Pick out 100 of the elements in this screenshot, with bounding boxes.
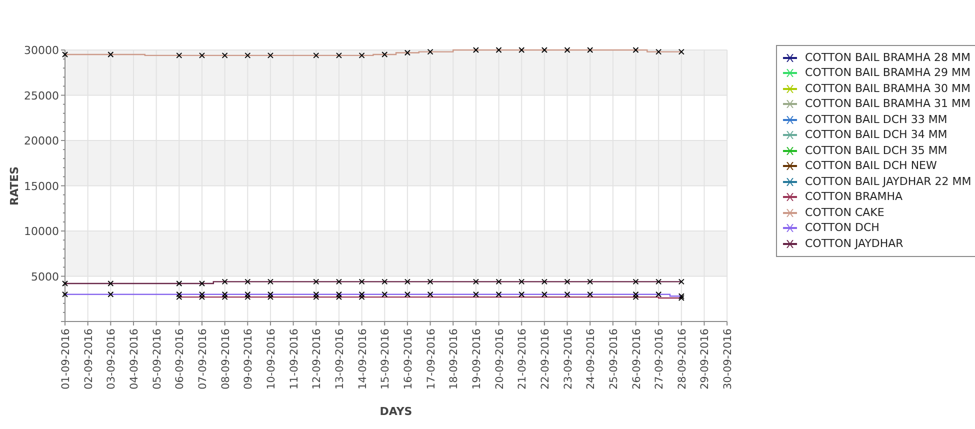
x-tick-label: 17-09-2016 bbox=[425, 328, 438, 390]
data-point bbox=[358, 52, 365, 58]
data-point bbox=[176, 52, 182, 58]
x-tick-label: 10-09-2016 bbox=[265, 328, 278, 390]
x-tick-label: 05-09-2016 bbox=[151, 328, 164, 390]
data-point bbox=[336, 278, 342, 285]
legend-label: COTTON BAIL DCH NEW bbox=[805, 158, 937, 174]
data-point bbox=[267, 52, 274, 58]
data-point bbox=[404, 278, 410, 285]
data-point bbox=[472, 291, 479, 298]
data-point bbox=[198, 52, 205, 58]
x-tick-label: 09-09-2016 bbox=[242, 328, 255, 390]
data-point bbox=[632, 47, 639, 53]
x-tick-label: 04-09-2016 bbox=[128, 328, 140, 390]
data-point bbox=[62, 280, 68, 286]
y-tick-label: 30000 bbox=[24, 44, 59, 57]
data-point bbox=[358, 278, 365, 285]
legend-label: COTTON BAIL DCH 34 MM bbox=[805, 127, 948, 143]
data-point bbox=[404, 50, 410, 56]
legend-label: COTTON BAIL DCH 33 MM bbox=[805, 112, 948, 128]
data-point bbox=[244, 278, 251, 285]
data-point bbox=[108, 291, 114, 298]
x-tick-label: 06-09-2016 bbox=[174, 328, 186, 390]
x-tick-label: 30-09-2016 bbox=[722, 328, 734, 390]
y-tick-label: 25000 bbox=[24, 89, 59, 102]
x-tick-label: 18-09-2016 bbox=[448, 328, 460, 390]
x-tick-label: 24-09-2016 bbox=[585, 328, 598, 390]
x-axis-title: DAYS bbox=[380, 405, 412, 418]
data-point bbox=[244, 52, 251, 58]
data-point bbox=[656, 291, 662, 298]
x-tick-label: 08-09-2016 bbox=[220, 328, 232, 390]
x-tick-label: 07-09-2016 bbox=[196, 328, 209, 390]
x-tick-label: 15-09-2016 bbox=[380, 328, 392, 390]
data-point bbox=[222, 278, 228, 285]
data-point bbox=[267, 278, 274, 285]
data-point bbox=[427, 48, 434, 55]
data-point bbox=[678, 48, 684, 55]
legend-label: COTTON CAKE bbox=[805, 204, 884, 220]
data-point bbox=[472, 47, 479, 53]
data-point bbox=[313, 52, 320, 58]
data-point bbox=[518, 47, 525, 53]
legend-label: COTTON DCH bbox=[805, 220, 880, 236]
x-tick-label: 26-09-2016 bbox=[630, 328, 643, 390]
x-tick-label: 19-09-2016 bbox=[470, 328, 483, 390]
data-point bbox=[496, 291, 502, 298]
x-tick-label: 02-09-2016 bbox=[82, 328, 95, 390]
x-tick-label: 13-09-2016 bbox=[334, 328, 346, 390]
data-point bbox=[564, 291, 570, 298]
data-point bbox=[382, 278, 388, 285]
data-point bbox=[678, 278, 684, 285]
legend-label: COTTON BAIL JAYDHAR 22 MM bbox=[805, 174, 972, 190]
data-point bbox=[564, 278, 570, 285]
data-point bbox=[541, 278, 548, 285]
data-point bbox=[222, 52, 228, 58]
data-point bbox=[518, 278, 525, 285]
y-tick-label: 5000 bbox=[31, 270, 59, 284]
data-point bbox=[541, 47, 548, 53]
data-point bbox=[587, 278, 594, 285]
x-tick-label: 01-09-2016 bbox=[60, 328, 72, 390]
data-point bbox=[404, 291, 410, 298]
legend-label: COTTON BAIL DCH 35 MM bbox=[805, 142, 948, 158]
data-point bbox=[541, 291, 548, 298]
data-point bbox=[518, 291, 525, 298]
data-point bbox=[62, 52, 68, 58]
data-point bbox=[336, 52, 342, 58]
data-point bbox=[382, 291, 388, 298]
data-point bbox=[198, 280, 205, 286]
x-tick-label: 11-09-2016 bbox=[288, 328, 300, 390]
y-tick-label: 10000 bbox=[24, 225, 59, 238]
legend-label: COTTON BAIL BRAMHA 28 MM bbox=[805, 50, 970, 66]
x-tick-label: 23-09-2016 bbox=[562, 328, 574, 390]
data-point bbox=[62, 291, 68, 298]
data-point bbox=[656, 48, 662, 55]
data-point bbox=[108, 280, 114, 286]
data-point bbox=[632, 278, 639, 285]
legend-label: COTTON BAIL BRAMHA 31 MM bbox=[805, 96, 970, 112]
legend-label: COTTON BRAMHA bbox=[805, 189, 903, 205]
legend-label: COTTON BAIL BRAMHA 30 MM bbox=[805, 80, 970, 96]
x-tick-label: 21-09-2016 bbox=[516, 328, 529, 390]
data-point bbox=[382, 52, 388, 58]
data-point bbox=[313, 278, 320, 285]
x-tick-label: 27-09-2016 bbox=[654, 328, 666, 390]
data-point bbox=[427, 278, 434, 285]
x-tick-label: 12-09-2016 bbox=[311, 328, 324, 390]
data-point bbox=[496, 278, 502, 285]
x-tick-label: 03-09-2016 bbox=[106, 328, 118, 390]
legend-label: COTTON BAIL BRAMHA 29 MM bbox=[805, 65, 970, 81]
data-point bbox=[108, 52, 114, 58]
x-tick-label: 28-09-2016 bbox=[676, 328, 688, 390]
y-axis-title: RATES bbox=[8, 166, 21, 206]
y-tick-label: 20000 bbox=[24, 134, 59, 148]
legend-label: COTTON JAYDHAR bbox=[805, 236, 904, 252]
data-point bbox=[472, 278, 479, 285]
x-tick-label: 22-09-2016 bbox=[539, 328, 552, 390]
data-point bbox=[587, 291, 594, 298]
data-point bbox=[587, 47, 594, 53]
data-point bbox=[656, 278, 662, 285]
x-tick-label: 20-09-2016 bbox=[494, 328, 506, 390]
data-point bbox=[564, 47, 570, 53]
x-tick-label: 29-09-2016 bbox=[699, 328, 712, 390]
